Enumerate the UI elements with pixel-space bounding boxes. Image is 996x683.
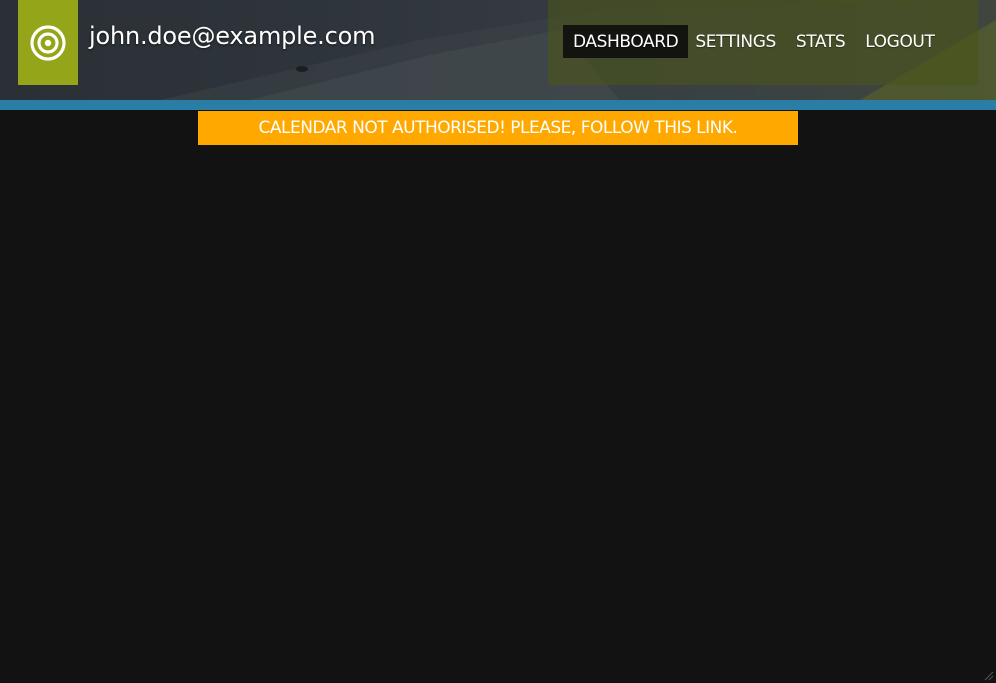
- nav-dashboard[interactable]: DASHBOARD: [563, 25, 689, 58]
- target-icon: [30, 24, 66, 61]
- nav-stats[interactable]: STATS: [786, 25, 855, 58]
- logo[interactable]: [18, 0, 78, 85]
- header-accent-stripe: [0, 100, 996, 110]
- calendar-auth-banner[interactable]: CALENDAR NOT AUTHORISED! PLEASE, FOLLOW …: [198, 111, 798, 145]
- nav-settings[interactable]: SETTINGS: [688, 25, 786, 58]
- user-email: john.doe@example.com: [89, 22, 376, 50]
- nav-logout[interactable]: LOGOUT: [855, 25, 944, 58]
- main-nav: DASHBOARD SETTINGS STATS LOGOUT: [563, 25, 944, 58]
- resize-grip-icon[interactable]: [984, 671, 994, 681]
